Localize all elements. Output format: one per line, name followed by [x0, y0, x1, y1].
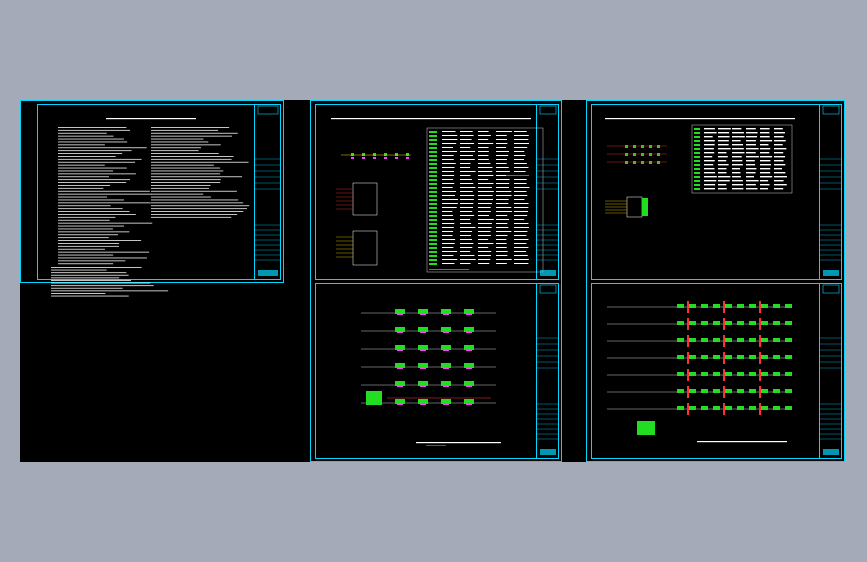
notes-text-block [51, 105, 281, 297]
sheet-system-diagram-2[interactable] [586, 100, 845, 462]
sheet-system-diagram-1[interactable] [310, 100, 562, 462]
system-diagram-graphics [605, 105, 842, 455]
sheet-notes[interactable] [20, 100, 284, 297]
system-diagram-graphics [331, 105, 559, 455]
drawing-canvas[interactable] [20, 100, 845, 462]
